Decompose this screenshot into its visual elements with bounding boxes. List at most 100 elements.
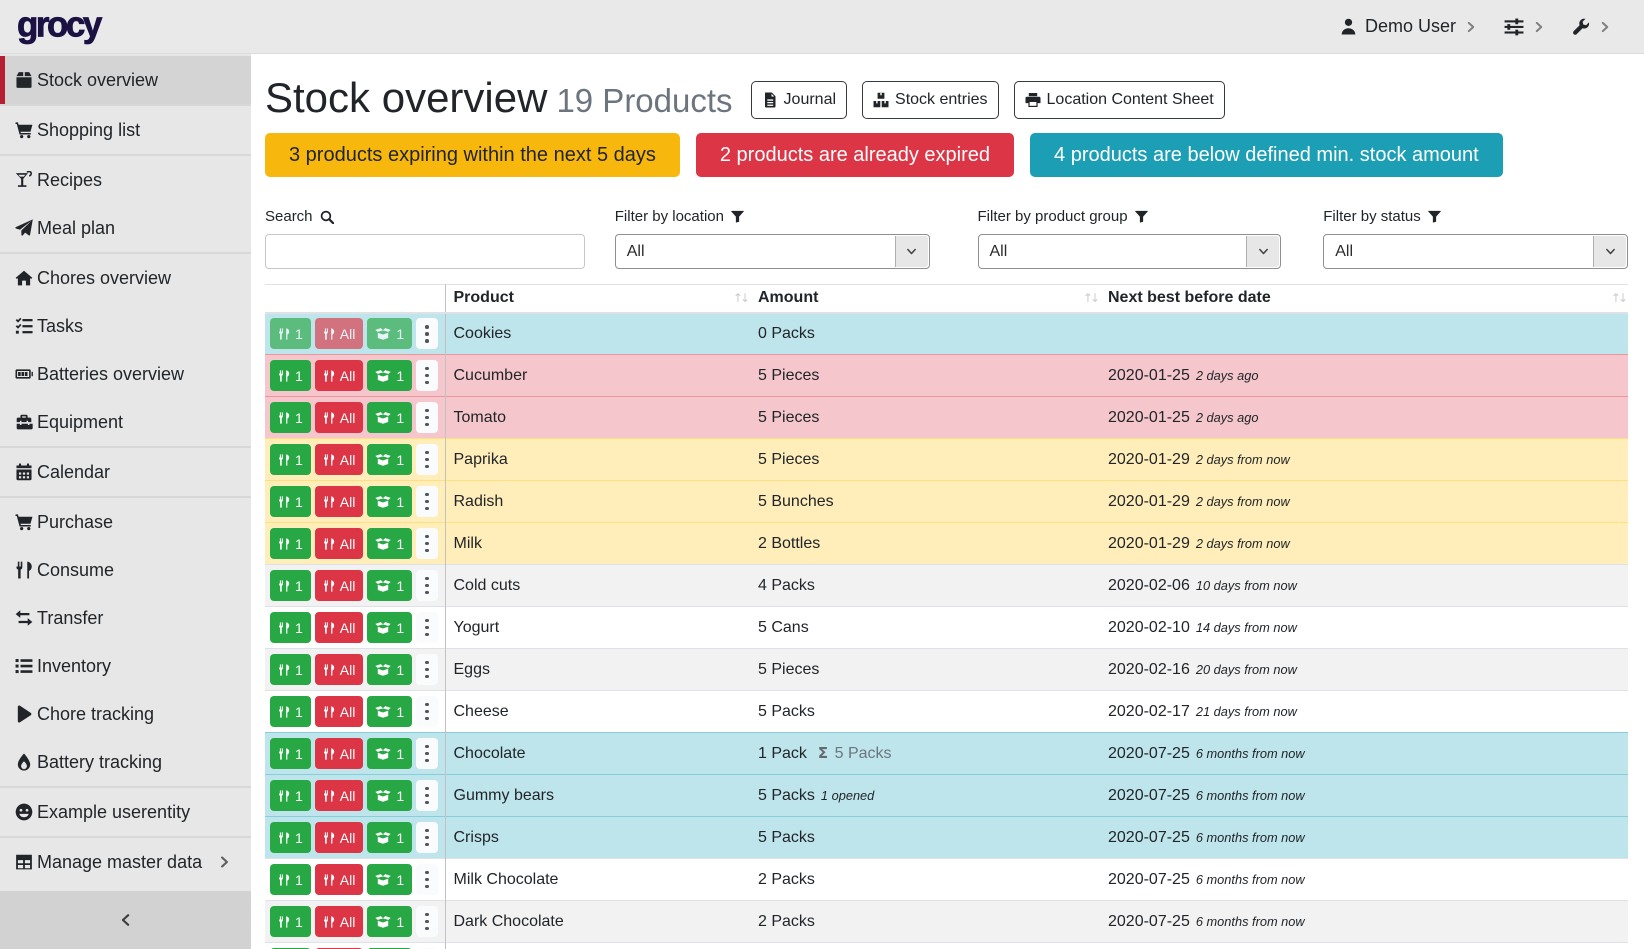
row-menu-button[interactable] bbox=[416, 654, 438, 685]
sidebar-item-transfer[interactable]: Transfer bbox=[0, 594, 251, 642]
filter-by-location-select[interactable]: All bbox=[615, 234, 930, 269]
consume-all-button[interactable]: All bbox=[315, 612, 364, 643]
row-menu-button[interactable] bbox=[416, 738, 438, 769]
user-menu[interactable]: Demo User bbox=[1340, 16, 1477, 37]
consume-all-button[interactable]: All bbox=[315, 864, 364, 895]
consume-one-button[interactable]: 1 bbox=[270, 864, 311, 895]
consume-all-button[interactable]: All bbox=[315, 696, 364, 727]
row-menu-button[interactable] bbox=[416, 444, 438, 475]
consume-all-button[interactable]: All bbox=[315, 906, 364, 937]
consume-one-button[interactable]: 1 bbox=[270, 528, 311, 559]
journal-button[interactable]: Journal bbox=[751, 81, 847, 119]
consume-one-button[interactable]: 1 bbox=[270, 612, 311, 643]
settings-menu[interactable] bbox=[1504, 17, 1545, 37]
open-one-button[interactable]: 1 bbox=[367, 654, 412, 685]
open-one-button[interactable]: 1 bbox=[367, 528, 412, 559]
sidebar-item-recipes[interactable]: Recipes bbox=[0, 154, 251, 204]
product-row-eggs: 1All1Eggs5 Pieces2020-02-1620 days from … bbox=[265, 649, 1628, 691]
filter-by-product-group-select[interactable]: All bbox=[978, 234, 1282, 269]
consume-one-button[interactable]: 1 bbox=[270, 486, 311, 517]
sidebar-item-consume[interactable]: Consume bbox=[0, 546, 251, 594]
open-one-button[interactable]: 1 bbox=[367, 360, 412, 391]
consume-all-button[interactable]: All bbox=[315, 570, 364, 601]
sidebar-item-manage-master-data[interactable]: Manage master data bbox=[0, 836, 251, 886]
row-menu-button[interactable] bbox=[416, 570, 438, 601]
sidebar-collapse-button[interactable] bbox=[0, 891, 251, 949]
open-one-button[interactable]: 1 bbox=[367, 402, 412, 433]
sidebar-item-battery-tracking[interactable]: Battery tracking bbox=[0, 738, 251, 786]
status-warning-button[interactable]: 3 products expiring within the next 5 da… bbox=[265, 133, 680, 177]
sidebar-item-inventory[interactable]: Inventory bbox=[0, 642, 251, 690]
open-one-button[interactable]: 1 bbox=[367, 738, 412, 769]
consume-all-button[interactable]: All bbox=[315, 402, 364, 433]
row-menu-button[interactable] bbox=[416, 906, 438, 937]
row-menu-button[interactable] bbox=[416, 612, 438, 643]
consume-one-button[interactable]: 1 bbox=[270, 570, 311, 601]
open-one-button[interactable]: 1 bbox=[367, 486, 412, 517]
sidebar-item-tasks[interactable]: Tasks bbox=[0, 302, 251, 350]
column-header-next-best-before-date[interactable]: Next best before date↑↓ bbox=[1100, 285, 1628, 313]
consume-one-button[interactable]: 1 bbox=[270, 444, 311, 475]
consume-all-button[interactable]: All bbox=[315, 738, 364, 769]
sidebar-item-chore-tracking[interactable]: Chore tracking bbox=[0, 690, 251, 738]
consume-all-button[interactable]: All bbox=[315, 528, 364, 559]
row-menu-button[interactable] bbox=[416, 318, 438, 349]
search-input[interactable] bbox=[265, 234, 585, 269]
product-row-cheese: 1All1Cheese5 Packs2020-02-1721 days from… bbox=[265, 691, 1628, 733]
consume-all-button[interactable]: All bbox=[315, 486, 364, 517]
consume-all-button[interactable]: All bbox=[315, 780, 364, 811]
row-menu-button[interactable] bbox=[416, 402, 438, 433]
row-menu-button[interactable] bbox=[416, 864, 438, 895]
status-danger-button[interactable]: 2 products are already expired bbox=[696, 133, 1014, 177]
open-one-button[interactable]: 1 bbox=[367, 612, 412, 643]
consume-all-button[interactable]: All bbox=[315, 654, 364, 685]
open-one-button[interactable]: 1 bbox=[367, 822, 412, 853]
column-header-product[interactable]: Product↑↓ bbox=[445, 285, 750, 313]
row-menu-button[interactable] bbox=[416, 528, 438, 559]
open-one-button[interactable]: 1 bbox=[367, 906, 412, 937]
consume-one-button[interactable]: 1 bbox=[270, 318, 311, 349]
open-one-button[interactable]: 1 bbox=[367, 444, 412, 475]
sidebar-item-meal-plan[interactable]: Meal plan bbox=[0, 204, 251, 252]
sidebar-item-calendar[interactable]: Calendar bbox=[0, 446, 251, 496]
row-menu-button[interactable] bbox=[416, 486, 438, 517]
consume-all-button[interactable]: All bbox=[315, 822, 364, 853]
consume-one-button[interactable]: 1 bbox=[270, 780, 311, 811]
consume-one-button[interactable]: 1 bbox=[270, 822, 311, 853]
sidebar-item-equipment[interactable]: Equipment bbox=[0, 398, 251, 446]
consume-all-button[interactable]: All bbox=[315, 360, 364, 391]
consume-one-button[interactable]: 1 bbox=[270, 402, 311, 433]
sidebar-item-shopping-list[interactable]: Shopping list bbox=[0, 104, 251, 154]
app-logo[interactable]: grocy bbox=[17, 6, 100, 42]
best-before-cell: 2020-07-256 months from now bbox=[1100, 901, 1628, 943]
sidebar-item-purchase[interactable]: Purchase bbox=[0, 496, 251, 546]
sidebar-item-batteries-overview[interactable]: Batteries overview bbox=[0, 350, 251, 398]
consume-all-button[interactable]: All bbox=[315, 444, 364, 475]
open-one-button[interactable]: 1 bbox=[367, 318, 412, 349]
row-menu-button[interactable] bbox=[416, 822, 438, 853]
admin-menu[interactable] bbox=[1572, 18, 1611, 36]
stock-entries-button[interactable]: Stock entries bbox=[862, 81, 998, 119]
column-header-amount[interactable]: Amount↑↓ bbox=[750, 285, 1100, 313]
status-info-button[interactable]: 4 products are below defined min. stock … bbox=[1030, 133, 1503, 177]
open-one-button[interactable]: 1 bbox=[367, 864, 412, 895]
filter-by-status-select[interactable]: All bbox=[1323, 234, 1628, 269]
sidebar-item-example-userentity[interactable]: Example userentity bbox=[0, 786, 251, 836]
row-menu-button[interactable] bbox=[416, 360, 438, 391]
row-menu-button[interactable] bbox=[416, 696, 438, 727]
consume-one-button[interactable]: 1 bbox=[270, 696, 311, 727]
sigma-icon: Σ bbox=[818, 744, 828, 762]
sidebar-item-stock-overview[interactable]: Stock overview bbox=[0, 56, 251, 104]
open-one-button[interactable]: 1 bbox=[367, 696, 412, 727]
consume-all-button[interactable]: All bbox=[315, 318, 364, 349]
location-content-sheet-button[interactable]: Location Content Sheet bbox=[1014, 81, 1225, 119]
consume-one-button[interactable]: 1 bbox=[270, 738, 311, 769]
sidebar-item-chores-overview[interactable]: Chores overview bbox=[0, 252, 251, 302]
consume-one-button[interactable]: 1 bbox=[270, 906, 311, 937]
row-menu-button[interactable] bbox=[416, 780, 438, 811]
consume-one-button[interactable]: 1 bbox=[270, 360, 311, 391]
open-one-button[interactable]: 1 bbox=[367, 570, 412, 601]
open-one-button[interactable]: 1 bbox=[367, 780, 412, 811]
sidebar-item-label: Battery tracking bbox=[37, 752, 162, 773]
consume-one-button[interactable]: 1 bbox=[270, 654, 311, 685]
